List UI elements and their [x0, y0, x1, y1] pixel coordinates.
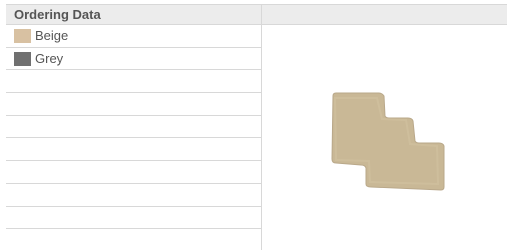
image-header: [262, 4, 507, 25]
table-row: [6, 229, 261, 250]
color-label: Grey: [35, 51, 64, 67]
ordering-data-table: Ordering Data Beige Grey: [6, 4, 262, 250]
table-row: [6, 70, 261, 94]
terminal-block-icon: [331, 92, 445, 191]
beige-swatch: [14, 28, 31, 43]
ordering-data-panel: Ordering Data Beige Grey: [0, 0, 507, 250]
color-row-beige: Beige: [6, 25, 261, 48]
color-row-grey: Grey: [6, 48, 261, 71]
table-row: [6, 207, 261, 230]
table-row: [6, 161, 261, 184]
table-row: [6, 93, 261, 116]
table-row: [6, 184, 261, 207]
table-row: [6, 138, 261, 162]
table-row: [6, 116, 261, 139]
color-label: Beige: [35, 28, 69, 44]
grey-swatch: [14, 51, 31, 66]
ordering-data-header: Ordering Data: [6, 4, 261, 25]
